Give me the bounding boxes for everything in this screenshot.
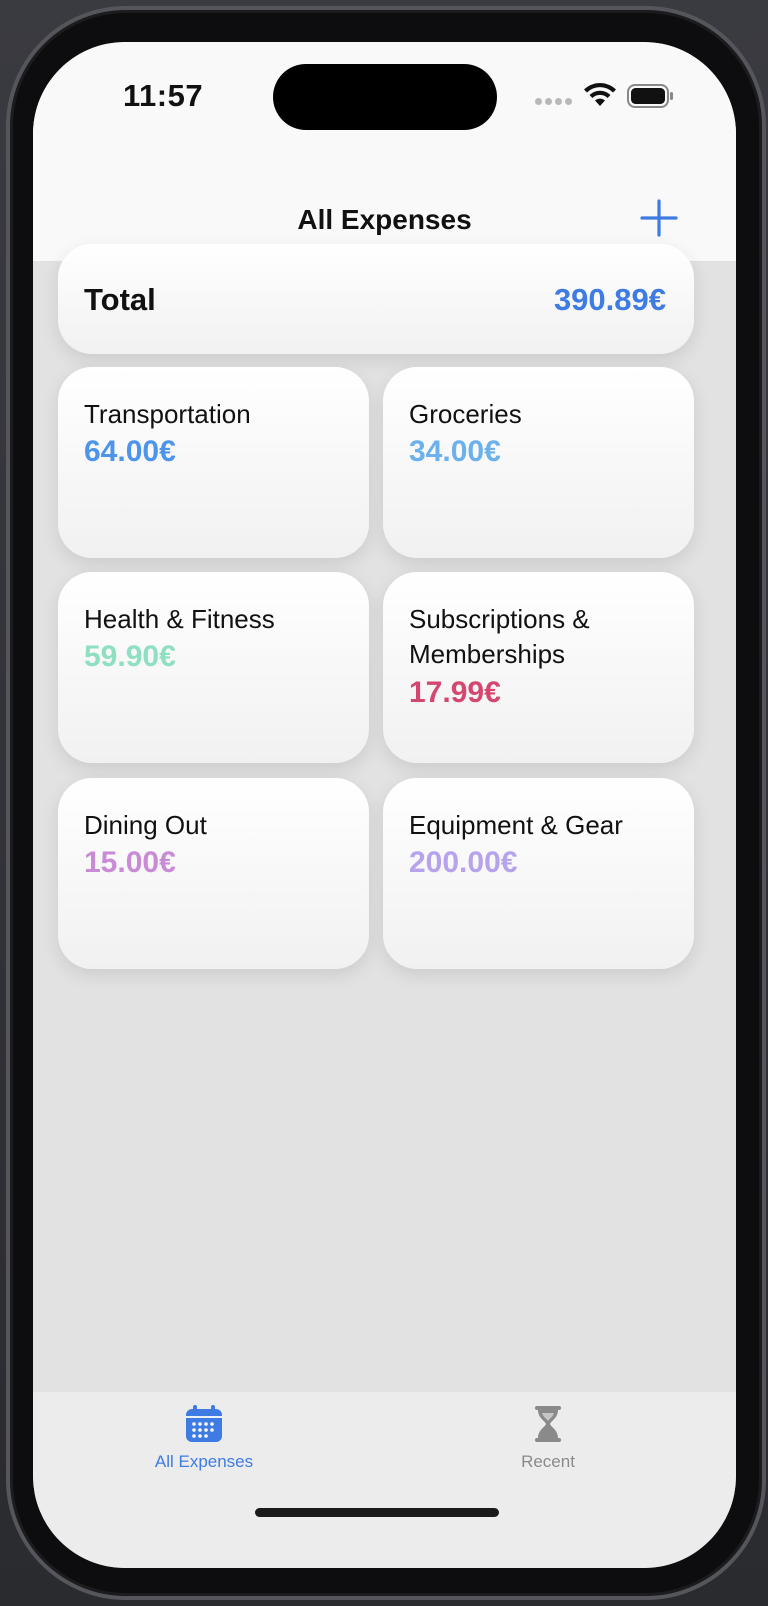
- category-card-dining-out[interactable]: Dining Out 15.00€: [58, 778, 369, 969]
- category-card-subscriptions[interactable]: Subscriptions & Memberships 17.99€: [383, 572, 694, 763]
- tab-recent[interactable]: Recent: [458, 1404, 638, 1494]
- category-name: Subscriptions & Memberships: [409, 604, 590, 669]
- category-card-equipment-gear[interactable]: Equipment & Gear 200.00€: [383, 778, 694, 969]
- status-bar: 11:57: [33, 42, 736, 152]
- battery-icon: [627, 84, 673, 108]
- tab-label: All Expenses: [154, 1452, 254, 1471]
- total-label: Total: [84, 282, 156, 317]
- calendar-icon: [186, 1405, 222, 1442]
- tab-all-expenses[interactable]: All Expenses: [114, 1404, 294, 1494]
- category-amount: 64.00€: [84, 435, 176, 468]
- category-card-transportation[interactable]: Transportation 64.00€: [58, 367, 369, 558]
- category-amount: 200.00€: [409, 846, 518, 879]
- category-card-health-fitness[interactable]: Health & Fitness 59.90€: [58, 572, 369, 763]
- category-name: Dining Out: [84, 810, 207, 840]
- app-screen: 11:57 All Expenses Total 390.89€ Transpo…: [33, 42, 736, 1568]
- category-amount: 34.00€: [409, 435, 501, 468]
- total-amount: 390.89€: [553, 282, 666, 317]
- category-amount: 59.90€: [84, 640, 176, 673]
- status-time: 11:57: [123, 78, 204, 113]
- hourglass-icon: [535, 1406, 561, 1442]
- category-name: Groceries: [409, 399, 522, 429]
- wifi-icon: [584, 83, 616, 106]
- category-card-groceries[interactable]: Groceries 34.00€: [383, 367, 694, 558]
- dynamic-island: [273, 64, 497, 130]
- home-indicator: [255, 1508, 499, 1517]
- tab-label: Recent: [521, 1452, 575, 1471]
- category-name: Transportation: [84, 399, 251, 429]
- category-name: Health & Fitness: [84, 604, 275, 634]
- category-amount: 15.00€: [84, 846, 176, 879]
- category-amount: 17.99€: [409, 676, 501, 709]
- category-name: Equipment & Gear: [409, 810, 623, 840]
- cellular-signal-icon: [535, 98, 572, 105]
- page-title: All Expenses: [297, 204, 472, 235]
- total-card[interactable]: Total 390.89€: [58, 244, 694, 354]
- add-expense-button[interactable]: [639, 198, 679, 238]
- tab-bar: All Expenses Recent: [33, 1392, 736, 1568]
